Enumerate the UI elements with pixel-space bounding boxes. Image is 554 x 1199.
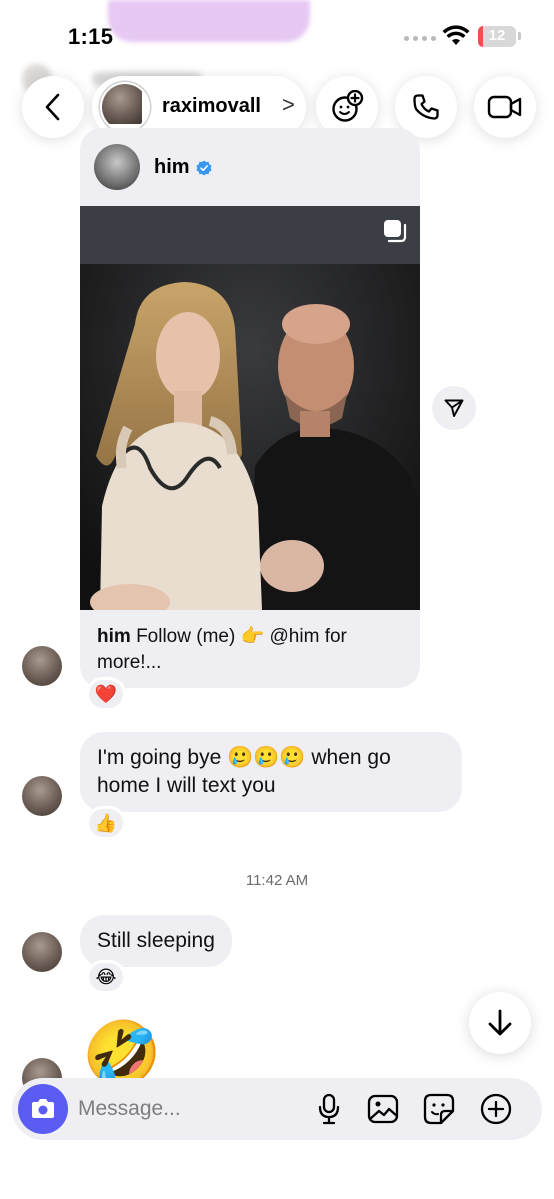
post-caption: him Follow (me) 👉 @him for more!... (97, 624, 407, 676)
more-options-button[interactable] (479, 1092, 513, 1126)
dynamic-island-activity (108, 0, 310, 42)
sender-avatar[interactable] (22, 932, 62, 972)
post-reaction[interactable]: ❤️ (86, 677, 126, 711)
back-button[interactable] (22, 76, 84, 138)
chevron-right-icon: > (282, 92, 295, 117)
cellular-signal-icon (404, 36, 436, 41)
sender-avatar[interactable] (22, 646, 62, 686)
status-time: 1:15 (68, 24, 114, 49)
post-photo-image (80, 206, 420, 610)
phone-icon (413, 94, 439, 120)
sticker-button[interactable] (422, 1092, 456, 1126)
sticker-icon (423, 1093, 455, 1125)
wifi-icon (442, 25, 470, 45)
post-photo[interactable] (80, 206, 420, 610)
share-post-button[interactable] (432, 386, 476, 430)
message-composer (12, 1078, 542, 1140)
battery-level: 12 (488, 27, 506, 44)
message-input[interactable] (78, 1091, 298, 1127)
camera-icon (32, 1099, 54, 1118)
post-author-avatar (94, 144, 140, 190)
chevron-left-icon (45, 93, 60, 121)
post-author-name: him (154, 156, 190, 178)
image-icon (367, 1094, 399, 1124)
battery-icon: 12 (478, 26, 516, 47)
microphone-icon (318, 1093, 340, 1125)
message-reaction[interactable]: 👍 (86, 806, 126, 840)
message-reaction[interactable]: 😂 (86, 960, 126, 994)
voice-message-button[interactable] (312, 1092, 346, 1126)
face-effects-icon (332, 90, 364, 122)
sender-avatar[interactable] (22, 776, 62, 816)
caption-text: Follow (me) 👉 @him for more!... (97, 626, 347, 673)
plus-circle-icon (480, 1093, 512, 1125)
contact-name: raximovall (162, 95, 261, 117)
carousel-icon (384, 220, 407, 243)
arrow-down-icon (488, 1009, 512, 1036)
send-icon (444, 399, 464, 417)
verified-badge-icon (196, 160, 212, 176)
shared-post-card[interactable]: him him Follow (me) 👉 @him for more!... (80, 128, 420, 688)
gallery-button[interactable] (366, 1092, 400, 1126)
status-bar: 1:15 12 (0, 0, 554, 70)
scroll-to-bottom-button[interactable] (469, 992, 531, 1054)
contact-avatar (100, 82, 150, 132)
video-call-button[interactable] (474, 76, 536, 138)
camera-button[interactable] (18, 1084, 68, 1134)
caption-author: him (97, 626, 131, 647)
video-camera-icon (487, 95, 522, 119)
shared-post-header: him (80, 128, 420, 206)
message-bubble[interactable]: I'm going bye 🥲🥲🥲 when go home I will te… (80, 732, 462, 812)
timestamp-separator: 11:42 AM (245, 872, 309, 889)
